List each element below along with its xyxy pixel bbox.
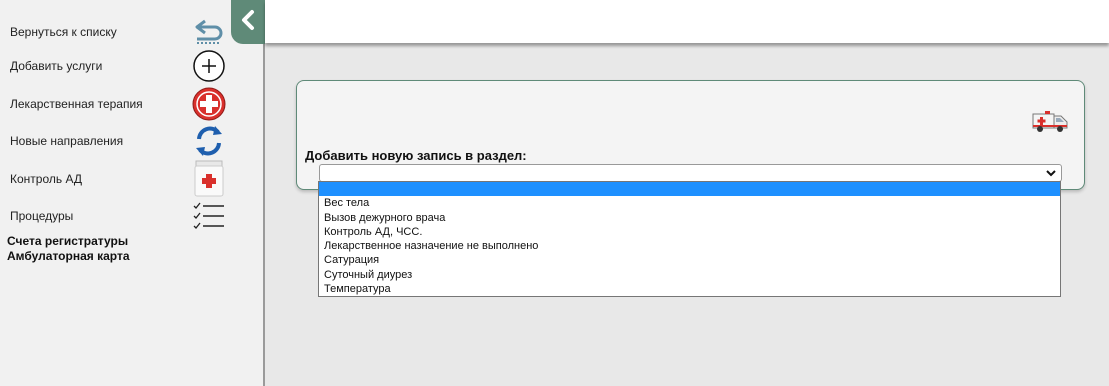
dropdown-option-body-weight[interactable]: Вес тела [319,196,1060,210]
sidebar-item-bp-control[interactable]: Контроль АД [0,160,230,198]
refresh-arrows-icon [190,122,228,160]
medical-cross-icon [190,85,228,123]
sidebar: Вернуться к списку Добавить услуги Лекар… [0,0,263,386]
chevron-down-icon [1045,166,1057,180]
section-dropdown-list: Вес тела Вызов дежурного врача Контроль … [318,181,1061,297]
sidebar-item-drug-therapy[interactable]: Лекарственная терапия [0,86,230,122]
dropdown-option-drug-not-given[interactable]: Лекарственное назначение не выполнено [319,239,1060,253]
sidebar-item-label: Контроль АД [10,172,82,186]
medicine-jar-icon [190,160,228,198]
sidebar-item-label: Добавить услуги [10,59,103,73]
sidebar-item-add-services[interactable]: Добавить услуги [0,48,230,84]
sidebar-item-procedures[interactable]: Процедуры [0,198,230,234]
section-select[interactable] [319,164,1062,182]
checklist-icon [190,197,228,235]
dropdown-option-saturation[interactable]: Сатурация [319,253,1060,267]
plus-circle-icon [190,47,228,85]
return-arrow-icon [190,13,228,51]
header-bar [265,0,1109,43]
sidebar-item-label: Новые направления [10,134,124,148]
sidebar-item-new-referrals[interactable]: Новые направления [0,123,230,159]
add-record-panel: Добавить новую запись в раздел: [296,80,1085,190]
add-record-label: Добавить новую запись в раздел: [305,148,527,163]
dropdown-option-temperature[interactable]: Температура [319,282,1060,296]
dropdown-option-empty[interactable] [319,182,1060,197]
sidebar-divider [263,0,265,386]
sidebar-item-back-to-list[interactable]: Вернуться к списку [0,14,230,50]
sidebar-item-label: Лекарственная терапия [10,97,143,111]
chevron-left-icon [240,9,256,36]
collapse-sidebar-button[interactable] [231,0,265,44]
outpatient-card-link[interactable]: Амбулаторная карта [7,249,130,263]
dropdown-option-bp-hr-control[interactable]: Контроль АД, ЧСС. [319,225,1060,239]
registry-accounts-link[interactable]: Счета регистратуры [7,234,128,248]
sidebar-item-label: Вернуться к списку [10,25,117,39]
dropdown-option-call-doctor[interactable]: Вызов дежурного врача [319,211,1060,225]
dropdown-option-daily-diuresis[interactable]: Суточный диурез [319,268,1060,282]
sidebar-item-label: Процедуры [10,209,74,223]
ambulance-icon [1030,106,1070,134]
